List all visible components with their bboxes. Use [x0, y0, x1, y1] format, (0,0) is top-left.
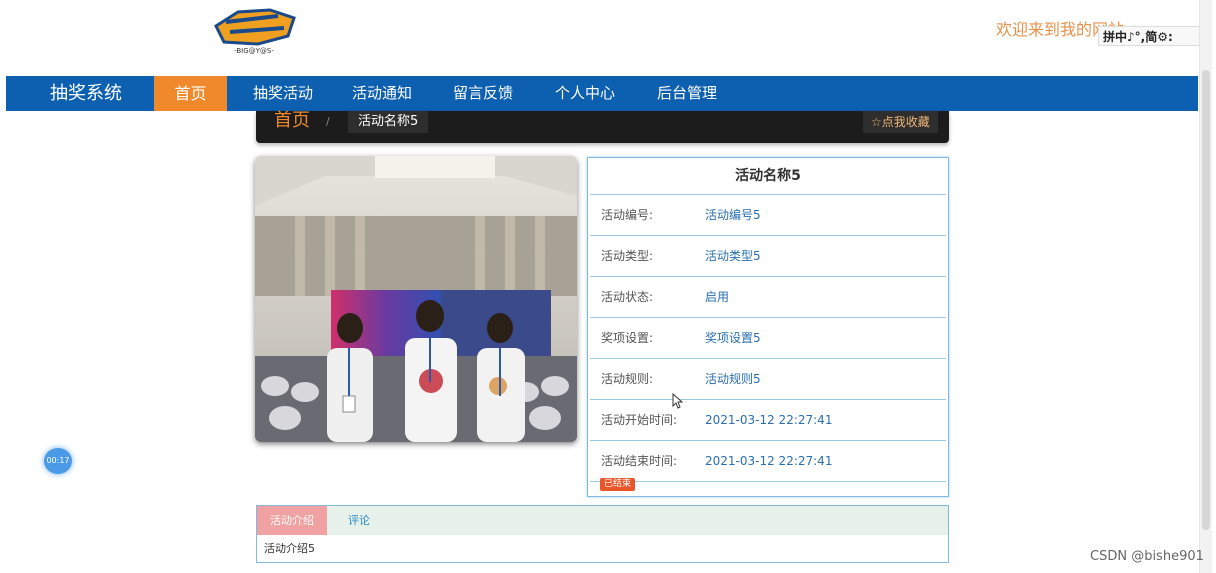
- detail-label: 活动编号:: [601, 208, 654, 222]
- nav-lottery-activities[interactable]: 抽奖活动: [243, 76, 323, 111]
- status-badge: 已结束: [600, 478, 636, 491]
- detail-value: 活动编号5: [705, 208, 761, 222]
- nav-admin[interactable]: 后台管理: [648, 76, 726, 111]
- detail-row-rules: 活动规则: 活动规则5: [590, 359, 946, 400]
- main-navbar: 抽奖系统 首页 抽奖活动 活动通知 留言反馈 个人中心 后台管理: [6, 76, 1198, 111]
- breadcrumb-separator: /: [326, 115, 330, 128]
- nav-personal-center[interactable]: 个人中心: [546, 76, 624, 111]
- tabs-header: 活动介绍 评论: [257, 506, 948, 535]
- watermark: CSDN @bishe901: [1090, 549, 1204, 564]
- detail-value: 活动类型5: [705, 249, 761, 263]
- tab-introduction[interactable]: 活动介绍: [257, 506, 327, 535]
- activity-photo: [255, 156, 577, 442]
- favorite-button[interactable]: ☆点我收藏: [863, 111, 938, 133]
- site-logo[interactable]: -BIG@Y@S-: [208, 6, 300, 56]
- detail-value: 2021-03-12 22:27:41: [705, 413, 833, 427]
- scrollbar-thumb[interactable]: [1202, 70, 1210, 530]
- detail-label: 活动类型:: [601, 249, 654, 263]
- favorite-label: 点我收藏: [881, 115, 930, 129]
- detail-label: 活动结束时间:: [601, 454, 678, 468]
- recording-timer[interactable]: 00:17: [44, 448, 72, 474]
- logo-subtext: -BIG@Y@S-: [234, 47, 274, 55]
- nav-feedback[interactable]: 留言反馈: [444, 76, 522, 111]
- detail-label: 活动状态:: [601, 290, 654, 304]
- breadcrumb-home[interactable]: 首页: [274, 111, 310, 133]
- nav-activity-notices[interactable]: 活动通知: [343, 76, 421, 111]
- star-icon: ☆: [871, 115, 882, 129]
- detail-row-start-time: 活动开始时间: 2021-03-12 22:27:41: [590, 400, 946, 441]
- detail-label: 活动规则:: [601, 372, 654, 386]
- detail-label: 活动开始时间:: [601, 413, 678, 427]
- nav-home[interactable]: 首页: [154, 76, 227, 111]
- detail-value: 2021-03-12 22:27:41: [705, 454, 833, 468]
- detail-row-end-time: 活动结束时间: 2021-03-12 22:27:41: [590, 441, 946, 482]
- detail-row-id: 活动编号: 活动编号5: [590, 195, 946, 236]
- tab-content: 活动介绍5: [264, 542, 315, 555]
- breadcrumb-current: 活动名称5: [348, 111, 429, 133]
- detail-row-type: 活动类型: 活动类型5: [590, 236, 946, 277]
- detail-row-status: 活动状态: 启用: [590, 277, 946, 318]
- brand-title[interactable]: 抽奖系统: [50, 76, 122, 111]
- activity-tabs: 活动介绍 评论 活动介绍5: [256, 505, 949, 563]
- detail-row-prizes: 奖项设置: 奖项设置5: [590, 318, 946, 359]
- detail-value: 活动规则5: [705, 372, 761, 386]
- activity-detail-panel: 活动名称5 活动编号: 活动编号5 活动类型: 活动类型5 活动状态: 启用 奖…: [587, 157, 949, 497]
- activity-title: 活动名称5: [590, 158, 946, 195]
- detail-value: 奖项设置5: [705, 331, 761, 345]
- breadcrumb: 首页 / 活动名称5 ☆点我收藏: [256, 111, 949, 143]
- detail-label: 奖项设置:: [601, 331, 654, 345]
- mouse-cursor-icon: [672, 393, 684, 409]
- page-scrollbar[interactable]: [1199, 0, 1212, 573]
- ime-toolbar[interactable]: 拼中♪°,简⚙:: [1098, 26, 1210, 46]
- detail-value: 启用: [705, 290, 730, 304]
- tab-comments[interactable]: 评论: [335, 506, 383, 535]
